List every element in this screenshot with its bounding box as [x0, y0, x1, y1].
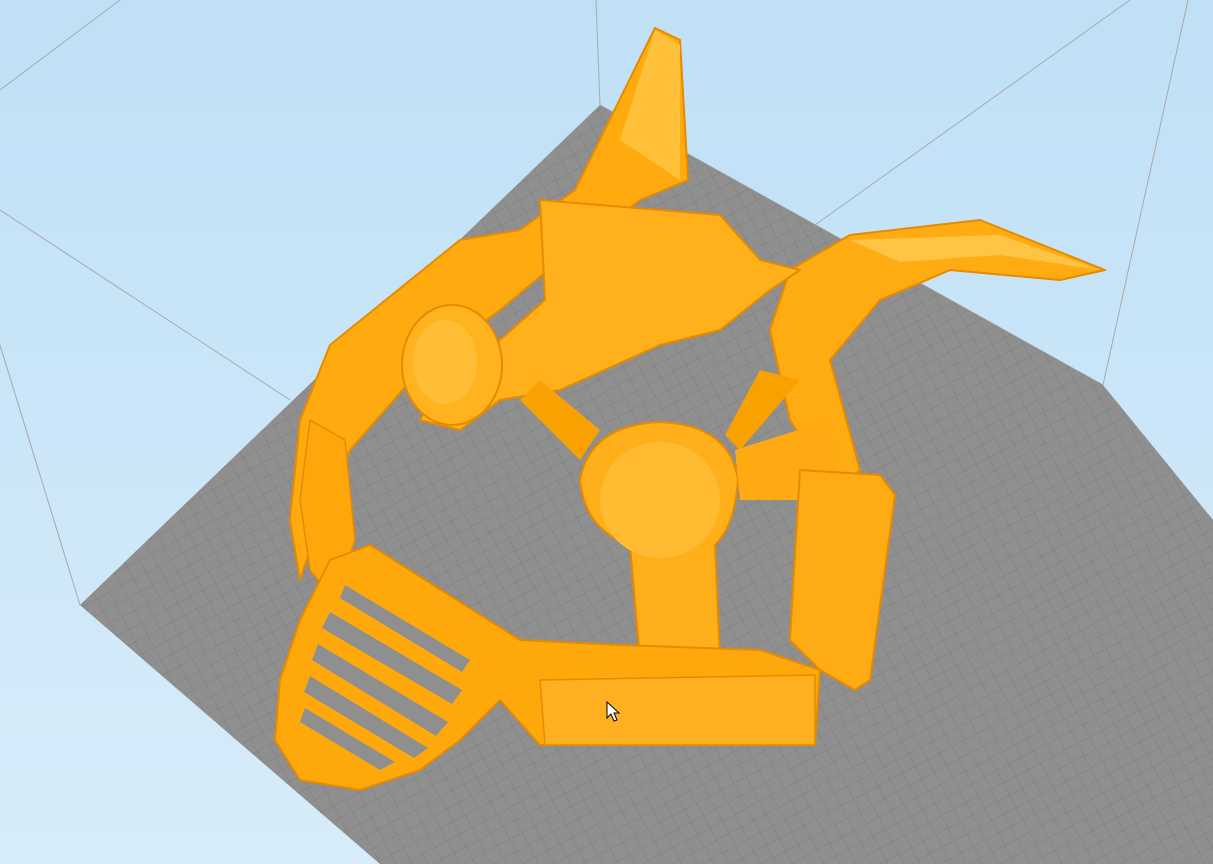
- viewport-canvas[interactable]: [0, 0, 1213, 864]
- 3d-viewport[interactable]: [0, 0, 1213, 864]
